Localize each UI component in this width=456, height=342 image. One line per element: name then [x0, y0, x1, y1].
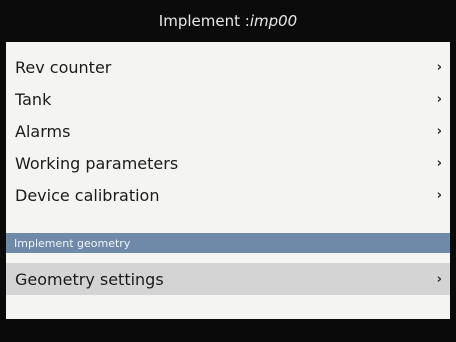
chevron-right-icon: ›: [436, 123, 442, 139]
menu-item-label: Geometry settings: [15, 269, 164, 289]
menu-item-label: Rev counter: [15, 57, 112, 77]
screen: Implement : imp00 Rev counter › Tank › A…: [0, 0, 456, 342]
chevron-right-icon: ›: [436, 187, 442, 203]
menu-item-label: Device calibration: [15, 185, 160, 205]
chevron-right-icon: ›: [436, 59, 442, 75]
menu-item-working-parameters[interactable]: Working parameters ›: [6, 147, 450, 179]
footer-bar: [0, 319, 456, 342]
menu-item-alarms[interactable]: Alarms ›: [6, 115, 450, 147]
menu-item-label: Tank: [15, 89, 52, 109]
chevron-right-icon: ›: [436, 155, 442, 171]
title-prefix: Implement :: [158, 12, 250, 30]
menu-item-label: Alarms: [15, 121, 71, 141]
menu-item-geometry-settings[interactable]: Geometry settings ›: [6, 263, 450, 295]
title-bar: Implement : imp00: [0, 0, 456, 42]
menu-item-device-calibration[interactable]: Device calibration ›: [6, 179, 450, 211]
chevron-right-icon: ›: [436, 271, 442, 287]
section-header-label: Implement geometry: [14, 236, 131, 250]
menu-item-tank[interactable]: Tank ›: [6, 83, 450, 115]
menu-item-rev-counter[interactable]: Rev counter ›: [6, 51, 450, 83]
implement-name: imp00: [249, 12, 298, 30]
chevron-right-icon: ›: [436, 91, 442, 107]
menu-panel: Rev counter › Tank › Alarms › Working pa…: [6, 42, 450, 319]
section-header-implement-geometry: Implement geometry: [6, 233, 450, 253]
menu-item-label: Working parameters: [15, 153, 179, 173]
